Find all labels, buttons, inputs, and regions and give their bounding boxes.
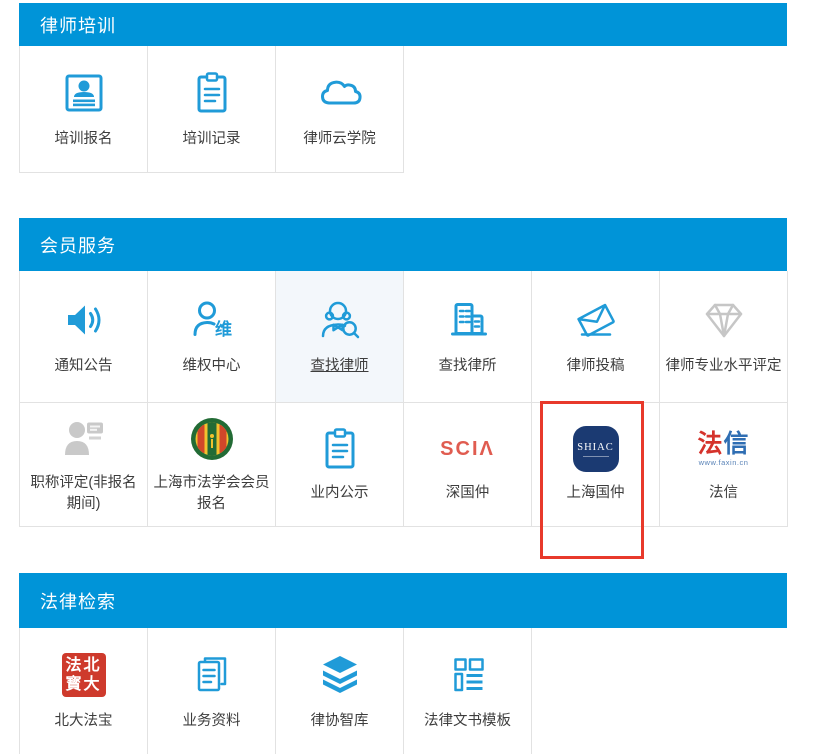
item-label: 业内公示 <box>308 483 372 504</box>
item-legal-doc-templates[interactable]: 法律文书模板 <box>404 628 532 754</box>
item-label: 查找律所 <box>436 356 500 377</box>
cloud-icon <box>316 69 364 117</box>
person-wei-icon: 维 <box>188 296 236 344</box>
documents-icon <box>188 651 236 699</box>
item-industry-publicity[interactable]: 业内公示 <box>276 403 404 527</box>
item-find-lawyer[interactable]: 查找律师 <box>276 271 404 403</box>
item-training-signup[interactable]: 培训报名 <box>20 46 148 173</box>
section-title: 法律检索 <box>40 588 116 614</box>
item-label: 维权中心 <box>180 356 244 377</box>
shiac-logo: SHIAC <box>573 425 619 473</box>
layers-icon <box>316 651 364 699</box>
pkulaw-seal-logo: 法北 寳大 <box>62 651 106 699</box>
item-label: 律师云学院 <box>300 129 379 150</box>
template-icon <box>444 651 492 699</box>
item-law-society-signup[interactable]: 上海市法学会会员报名 <box>148 403 276 527</box>
item-label: 上海国仲 <box>564 483 628 504</box>
item-label: 通知公告 <box>52 356 116 377</box>
item-shiac[interactable]: SHIAC 上海国仲 <box>532 403 660 527</box>
item-label: 查找律师 <box>308 356 372 377</box>
item-label: 上海市法学会会员报名 <box>149 473 275 515</box>
item-label: 法信 <box>706 483 741 504</box>
item-training-records[interactable]: 培训记录 <box>148 46 276 173</box>
svg-text:维: 维 <box>215 319 232 339</box>
faxin-logo: 法信 www.faxin.cn <box>697 425 749 473</box>
lawyer-training-grid: 培训报名 培训记录 律师云学院 <box>19 46 404 173</box>
item-notices[interactable]: 通知公告 <box>20 271 148 403</box>
faxin-url: www.faxin.cn <box>699 459 749 467</box>
item-professional-evaluation[interactable]: 律师专业水平评定 <box>660 271 788 403</box>
item-lawyer-cloud-academy[interactable]: 律师云学院 <box>276 46 404 173</box>
item-rights-center[interactable]: 维 维权中心 <box>148 271 276 403</box>
member-services-grid: 通知公告 维 维权中心 <box>19 271 788 527</box>
item-label: 培训记录 <box>180 129 244 150</box>
section-title: 律师培训 <box>40 12 116 38</box>
lawyer-search-icon <box>316 296 364 344</box>
person-badge-icon <box>60 415 108 463</box>
member-services-page: 律师培训 培训报名 <box>0 0 822 754</box>
item-label: 业务资料 <box>180 711 244 732</box>
item-think-tank[interactable]: 律协智库 <box>276 628 404 754</box>
item-label: 培训报名 <box>52 129 116 150</box>
item-lawyer-submission[interactable]: 律师投稿 <box>532 271 660 403</box>
item-label: 北大法宝 <box>52 711 116 732</box>
item-faxin[interactable]: 法信 www.faxin.cn 法信 <box>660 403 788 527</box>
id-card-icon <box>60 69 108 117</box>
law-society-emblem-icon <box>188 415 236 463</box>
clipboard-icon <box>188 69 236 117</box>
clipboard-icon <box>316 425 364 473</box>
section-header-legal-search: 法律检索 <box>19 573 787 628</box>
item-label: 深国仲 <box>443 483 493 504</box>
item-label: 律师投稿 <box>564 356 628 377</box>
shiac-underline <box>583 456 609 457</box>
section-header-member-services: 会员服务 <box>19 218 787 271</box>
item-label: 律师专业水平评定 <box>663 356 785 377</box>
buildings-icon <box>444 296 492 344</box>
envelope-submit-icon <box>572 296 620 344</box>
item-label: 职称评定(非报名期间) <box>21 473 147 515</box>
section-title: 会员服务 <box>40 232 116 258</box>
item-label: 法律文书模板 <box>421 711 514 732</box>
diamond-icon <box>700 296 748 344</box>
section-header-lawyer-training: 律师培训 <box>19 3 787 46</box>
item-pkulaw[interactable]: 法北 寳大 北大法宝 <box>20 628 148 754</box>
scia-logo: SCIΛ <box>440 425 495 473</box>
item-find-firm[interactable]: 查找律所 <box>404 271 532 403</box>
item-business-materials[interactable]: 业务资料 <box>148 628 276 754</box>
item-title-evaluation[interactable]: 职称评定(非报名期间) <box>20 403 148 527</box>
item-scia[interactable]: SCIΛ 深国仲 <box>404 403 532 527</box>
item-label: 律协智库 <box>308 711 372 732</box>
legal-search-grid: 法北 寳大 北大法宝 业务资料 <box>19 628 532 754</box>
speaker-icon <box>60 296 108 344</box>
